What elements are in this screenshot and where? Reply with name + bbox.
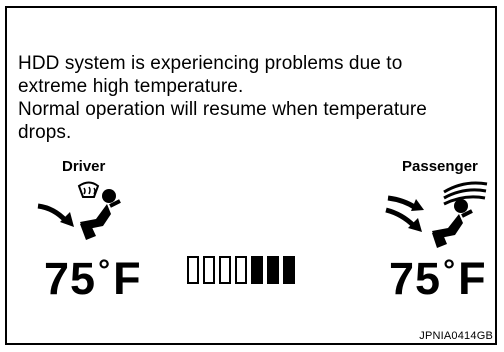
passenger-temperature-value: 75 (389, 253, 442, 304)
driver-defrost-seat-airflow-icon (37, 181, 121, 240)
driver-temperature-display: 75°F (44, 248, 142, 301)
driver-temperature-unit: F (113, 253, 142, 304)
driver-temperature-value: 75 (44, 253, 97, 304)
degree-symbol: ° (443, 254, 457, 287)
passenger-temperature-unit: F (458, 253, 487, 304)
fan-level-segment (187, 256, 199, 284)
message-line-3: Normal operation will resume when temper… (18, 99, 427, 120)
fan-level-segment (235, 256, 247, 284)
passenger-seat-airflow-icon (385, 181, 488, 248)
passenger-label: Passenger (402, 158, 478, 175)
fan-level-segment (283, 256, 295, 284)
fan-level-indicator (187, 256, 295, 284)
figure-code: JPNIA0414GB (419, 330, 493, 342)
fan-level-segment (219, 256, 231, 284)
driver-label: Driver (62, 158, 106, 175)
fan-level-segment (251, 256, 263, 284)
degree-symbol: ° (98, 254, 112, 287)
fan-level-segment (203, 256, 215, 284)
message-line-1: HDD system is experiencing problems due … (18, 53, 403, 74)
fan-level-segment (267, 256, 279, 284)
message-line-4: drops. (18, 122, 72, 143)
temperature-warning-message: HDD system is experiencing problems due … (18, 52, 494, 144)
message-line-2: extreme high temperature. (18, 76, 244, 97)
passenger-temperature-display: 75°F (389, 248, 487, 301)
